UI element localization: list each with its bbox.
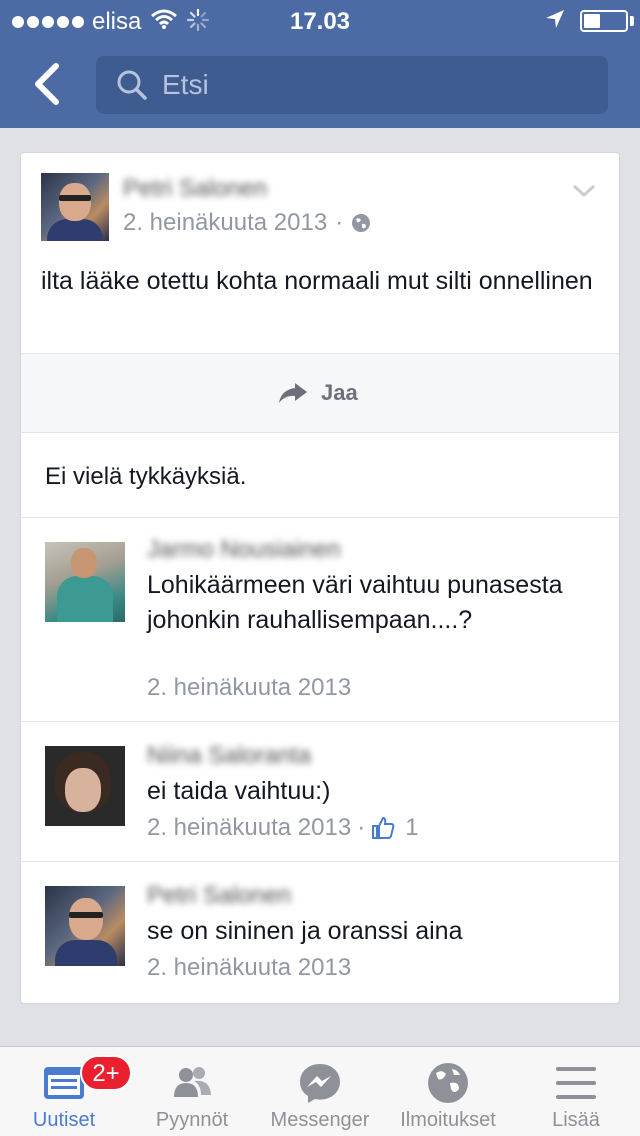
battery-icon bbox=[580, 10, 628, 32]
tab-more[interactable]: Lisää bbox=[512, 1047, 640, 1136]
meta-separator: · bbox=[357, 814, 366, 841]
news-feed-icon bbox=[44, 1067, 84, 1099]
tab-label: Uutiset bbox=[32, 1109, 96, 1131]
author-name[interactable]: Petri Salonen bbox=[123, 175, 267, 203]
commenter-avatar[interactable] bbox=[45, 542, 125, 622]
tab-label: Ilmoitukset bbox=[400, 1109, 496, 1131]
commenter-name[interactable]: Petri Salonen bbox=[147, 882, 291, 910]
comment: Jarmo Nousiainen Lohikäärmeen väri vaiht… bbox=[21, 518, 619, 720]
tab-notifications[interactable]: Ilmoitukset bbox=[384, 1047, 512, 1136]
share-arrow-icon bbox=[279, 383, 307, 403]
comment-date[interactable]: 2. heinäkuuta 2013 bbox=[147, 814, 351, 842]
comment-text: se on sininen ja oranssi aina bbox=[147, 917, 463, 945]
post-card: Petri Salonen 2. heinäkuuta 2013 · ilta … bbox=[20, 152, 620, 1004]
post-date[interactable]: 2. heinäkuuta 2013 bbox=[123, 209, 327, 237]
tab-friend-requests[interactable]: Pyynnöt bbox=[128, 1047, 256, 1136]
tab-messenger[interactable]: Messenger bbox=[256, 1047, 384, 1136]
commenter-name[interactable]: Jarmo Nousiainen bbox=[147, 536, 340, 564]
search-placeholder: Etsi bbox=[162, 69, 209, 100]
messenger-icon bbox=[300, 1064, 340, 1103]
comment-text: ei taida vaihtuu:) bbox=[147, 777, 331, 805]
post-meta: 2. heinäkuuta 2013 · bbox=[123, 209, 371, 237]
share-label: Jaa bbox=[321, 380, 358, 405]
back-button[interactable] bbox=[28, 62, 68, 106]
comment: Petri Salonen se on sininen ja oranssi a… bbox=[21, 862, 619, 1002]
comment-date[interactable]: 2. heinäkuuta 2013 bbox=[147, 954, 351, 982]
comment-date[interactable]: 2. heinäkuuta 2013 bbox=[147, 674, 351, 702]
likes-summary: Ei vielä tykkäyksiä. bbox=[45, 463, 247, 490]
tab-label: Messenger bbox=[270, 1109, 370, 1131]
public-globe-icon bbox=[352, 214, 371, 232]
share-button[interactable]: Jaa bbox=[277, 380, 358, 406]
like-count: 1 bbox=[405, 814, 419, 841]
status-bar: elisa 17.03 bbox=[0, 0, 640, 40]
comment-meta: 2. heinäkuuta 2013 · 1 bbox=[147, 814, 419, 842]
tab-bar: 2+ Uutiset Pyynnöt Messenger Ilmoitukset bbox=[0, 1046, 640, 1136]
menu-icon bbox=[556, 1067, 596, 1099]
commenter-avatar[interactable] bbox=[45, 746, 125, 826]
tab-label: Lisää bbox=[552, 1109, 600, 1131]
location-arrow-icon bbox=[546, 10, 564, 28]
commenter-name[interactable]: Niina Saloranta bbox=[147, 742, 311, 770]
search-icon bbox=[117, 70, 147, 100]
top-bar: elisa 17.03 Etsi bbox=[0, 0, 640, 128]
notification-badge: 2+ bbox=[80, 1055, 132, 1091]
share-bar: Jaa bbox=[21, 353, 619, 433]
meta-separator: · bbox=[335, 209, 344, 236]
author-avatar[interactable] bbox=[41, 173, 109, 241]
search-field[interactable]: Etsi bbox=[96, 56, 608, 114]
post-text: ilta lääke otettu kohta normaali mut sil… bbox=[41, 267, 593, 295]
comment-text: Lohikäärmeen väri vaihtuu punasesta joho… bbox=[147, 571, 563, 634]
battery-tip bbox=[630, 16, 634, 26]
post-options-chevron-icon[interactable] bbox=[571, 183, 597, 199]
friend-requests-icon bbox=[174, 1067, 211, 1097]
comment: Niina Saloranta ei taida vaihtuu:) 2. he… bbox=[21, 722, 619, 860]
globe-icon bbox=[428, 1063, 468, 1103]
thumbs-up-icon[interactable] bbox=[371, 816, 395, 840]
tab-label: Pyynnöt bbox=[155, 1109, 229, 1131]
tab-news-feed[interactable]: 2+ Uutiset bbox=[0, 1047, 132, 1136]
commenter-avatar[interactable] bbox=[45, 886, 125, 966]
